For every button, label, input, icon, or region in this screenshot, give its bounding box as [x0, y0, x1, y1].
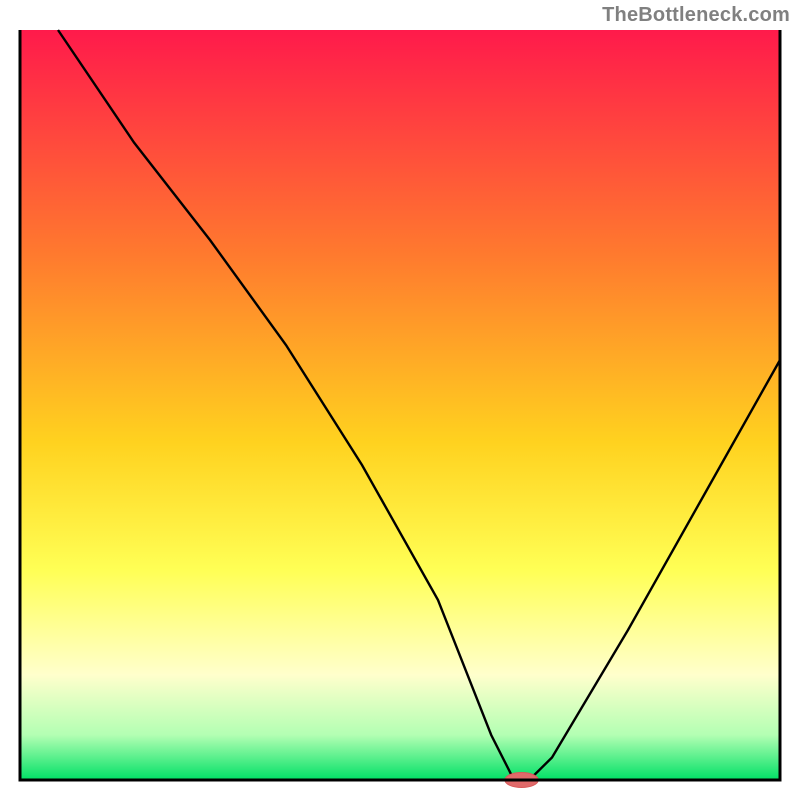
- bottleneck-chart: TheBottleneck.com: [0, 0, 800, 800]
- chart-svg: [0, 0, 800, 800]
- attribution-label: TheBottleneck.com: [602, 4, 790, 27]
